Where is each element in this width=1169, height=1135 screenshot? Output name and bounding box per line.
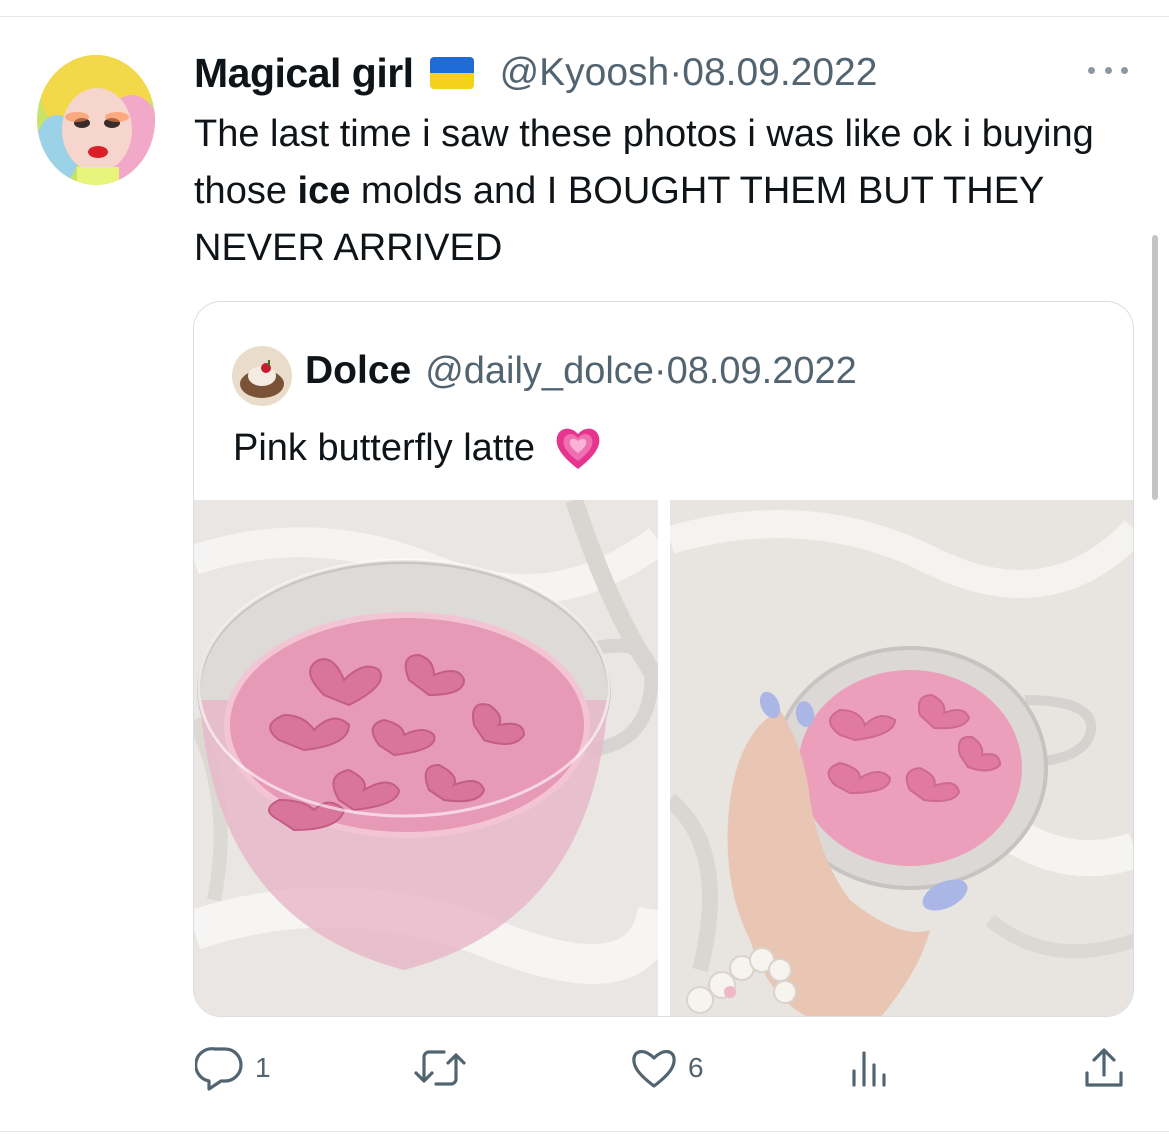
quoted-tweet-card[interactable]: Dolce @daily_dolce·08.09.2022 Pink butte…: [193, 301, 1134, 1017]
tweet-date[interactable]: 08.09.2022: [682, 51, 877, 94]
quoted-author-handle-and-date[interactable]: @daily_dolce·08.09.2022: [425, 350, 857, 393]
hand-holding-pink-latte-photo[interactable]: [670, 500, 1133, 1016]
pink-latte-cup-photo[interactable]: [194, 500, 658, 1016]
retweet-button[interactable]: [412, 1038, 468, 1098]
views-icon: [852, 1051, 886, 1087]
author-handle[interactable]: @Kyoosh: [500, 51, 670, 94]
reply-icon: [195, 1047, 243, 1091]
quoted-author-avatar[interactable]: [232, 346, 292, 406]
tweet-action-bar: 1 6: [0, 1038, 1169, 1098]
tweet-text-bold-part: ice: [297, 170, 351, 212]
share-icon: [1085, 1048, 1123, 1087]
meta-separator: ·: [669, 51, 683, 94]
growing-heart-emoji: [553, 424, 603, 472]
like-count: 6: [688, 1052, 704, 1083]
quoted-author-handle[interactable]: @daily_dolce: [425, 350, 654, 392]
quoted-author-display-name[interactable]: Dolce: [305, 349, 411, 393]
quoted-tweet-text: Pink butterfly latte: [233, 426, 536, 469]
reply-button[interactable]: 1: [195, 1038, 271, 1098]
meta-separator: ·: [653, 349, 667, 392]
reply-count: 1: [255, 1052, 271, 1083]
scrollbar[interactable]: [1152, 235, 1158, 500]
top-divider: [0, 16, 1169, 17]
bottom-divider: [0, 1131, 1169, 1132]
tweet-header: Magical girl @Kyoosh·08.09.2022: [194, 50, 877, 96]
retweet-icon: [414, 1050, 466, 1086]
share-button[interactable]: [1082, 1038, 1126, 1098]
views-button[interactable]: [848, 1038, 890, 1098]
more-options-icon[interactable]: [1088, 60, 1128, 80]
author-avatar[interactable]: [37, 55, 155, 185]
quoted-tweet-header: Dolce @daily_dolce·08.09.2022: [305, 347, 857, 395]
ukraine-flag-icon: [429, 57, 474, 89]
author-display-name[interactable]: Magical girl: [194, 50, 414, 97]
quoted-tweet-text-row: Pink butterfly latte: [233, 420, 603, 476]
heart-icon: [632, 1050, 676, 1088]
author-handle-and-date[interactable]: @Kyoosh·08.09.2022: [500, 51, 878, 95]
like-button[interactable]: 6: [630, 1038, 704, 1098]
tweet-text: The last time i saw these photos i was l…: [194, 106, 1139, 277]
quoted-tweet-date[interactable]: 08.09.2022: [667, 350, 857, 392]
